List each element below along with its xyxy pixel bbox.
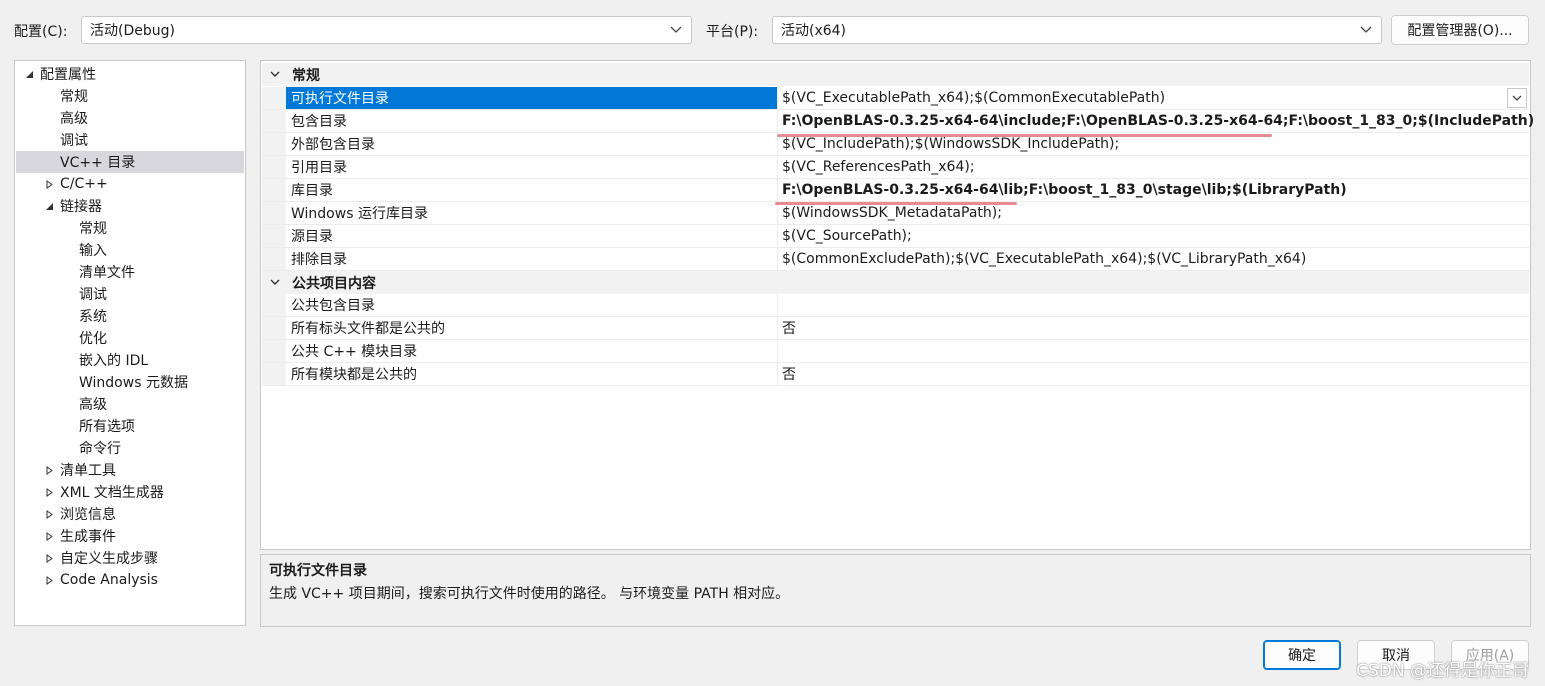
description-text: 生成 VC++ 项目期间，搜索可执行文件时使用的路径。 与环境变量 PATH 相… — [269, 586, 790, 602]
category-general[interactable]: 常规 — [262, 63, 1529, 86]
property-value[interactable] — [779, 340, 1529, 362]
expanded-arrow-icon[interactable] — [42, 199, 56, 213]
config-combobox[interactable]: 活动(Debug) — [81, 16, 692, 44]
property-value[interactable]: $(VC_SourcePath); — [779, 225, 1529, 247]
platform-combobox[interactable]: 活动(x64) — [772, 16, 1382, 44]
property-name: 所有模块都是公共的 — [262, 363, 778, 385]
tree-item-advanced[interactable]: 高级 — [16, 107, 244, 129]
property-name: 库目录 — [262, 179, 778, 201]
collapsed-arrow-icon[interactable] — [42, 529, 56, 543]
tree-item-linker-optimization[interactable]: 优化 — [16, 327, 244, 349]
property-value[interactable] — [779, 294, 1529, 316]
property-name: 包含目录 — [262, 110, 778, 132]
description-pane: 可执行文件目录 生成 VC++ 项目期间，搜索可执行文件时使用的路径。 与环境变… — [260, 554, 1531, 627]
collapsed-arrow-icon[interactable] — [42, 485, 56, 499]
property-value[interactable]: 否 — [779, 363, 1529, 385]
property-row-winrt-dirs[interactable]: Windows 运行库目录 $(WindowsSDK_MetadataPath)… — [262, 202, 1529, 225]
tree-item-code-analysis[interactable]: Code Analysis — [16, 569, 244, 591]
property-row-reference-dirs[interactable]: 引用目录 $(VC_ReferencesPath_x64); — [262, 156, 1529, 179]
dropdown-button[interactable] — [1507, 88, 1527, 108]
tree-item-linker-input[interactable]: 输入 — [16, 239, 244, 261]
property-name: Windows 运行库目录 — [262, 202, 778, 224]
tree-item-cpp[interactable]: C/C++ — [16, 173, 244, 195]
collapsed-arrow-icon[interactable] — [42, 463, 56, 477]
chevron-down-icon[interactable] — [268, 68, 282, 82]
property-name: 源目录 — [262, 225, 778, 247]
config-value: 活动(Debug) — [90, 23, 175, 39]
chevron-down-icon[interactable] — [268, 276, 282, 290]
property-name: 可执行文件目录 — [262, 87, 778, 109]
tree-item-root[interactable]: 配置属性 — [16, 63, 244, 85]
expanded-arrow-icon[interactable] — [22, 67, 36, 81]
tree-item-linker-debugging[interactable]: 调试 — [16, 283, 244, 305]
property-name: 引用目录 — [262, 156, 778, 178]
tree-item-custom-build-step[interactable]: 自定义生成步骤 — [16, 547, 244, 569]
property-row-include-dirs[interactable]: 包含目录 F:\OpenBLAS-0.3.25-x64-64\include;F… — [262, 110, 1534, 133]
tree-item-linker-system[interactable]: 系统 — [16, 305, 244, 327]
collapsed-arrow-icon[interactable] — [42, 177, 56, 191]
property-tree: 配置属性 常规 高级 调试 VC++ 目录 C/C++ 链接器 常规 输入 清单… — [14, 60, 246, 626]
property-value[interactable]: $(WindowsSDK_MetadataPath); — [779, 202, 1529, 224]
property-value[interactable]: 否 — [779, 317, 1529, 339]
property-row-source-dirs[interactable]: 源目录 $(VC_SourcePath); — [262, 225, 1529, 248]
tree-item-linker-all-options[interactable]: 所有选项 — [16, 415, 244, 437]
tree-item-linker-command-line[interactable]: 命令行 — [16, 437, 244, 459]
category-public-project-content[interactable]: 公共项目内容 — [262, 271, 1529, 294]
property-row-library-dirs[interactable]: 库目录 F:\OpenBLAS-0.3.25-x64-64\lib;F:\boo… — [262, 179, 1529, 202]
property-name: 所有标头文件都是公共的 — [262, 317, 778, 339]
collapsed-arrow-icon[interactable] — [42, 573, 56, 587]
tree-item-linker-embedded-idl[interactable]: 嵌入的 IDL — [16, 349, 244, 371]
config-manager-button[interactable]: 配置管理器(O)... — [1391, 15, 1529, 45]
tree-item-manifest-tool[interactable]: 清单工具 — [16, 459, 244, 481]
property-row-public-include-dirs[interactable]: 公共包含目录 — [262, 294, 1529, 317]
property-row-public-module-dirs[interactable]: 公共 C++ 模块目录 — [262, 340, 1529, 363]
property-name: 外部包含目录 — [262, 133, 778, 155]
property-row-all-headers-public[interactable]: 所有标头文件都是公共的 否 — [262, 317, 1529, 340]
property-value[interactable]: $(VC_ReferencesPath_x64); — [779, 156, 1529, 178]
description-title: 可执行文件目录 — [269, 563, 367, 579]
chevron-down-icon — [1359, 23, 1373, 37]
tree-item-browse-information[interactable]: 浏览信息 — [16, 503, 244, 525]
tree-item-linker-manifest[interactable]: 清单文件 — [16, 261, 244, 283]
property-grid: 常规 可执行文件目录 $(VC_ExecutablePath_x64);$(Co… — [260, 60, 1534, 550]
tree-item-linker-general[interactable]: 常规 — [16, 217, 244, 239]
tree-item-xml-doc-generator[interactable]: XML 文档生成器 — [16, 481, 244, 503]
property-row-exclude-dirs[interactable]: 排除目录 $(CommonExcludePath);$(VC_Executabl… — [262, 248, 1529, 271]
tree-item-linker-advanced[interactable]: 高级 — [16, 393, 244, 415]
property-value[interactable]: $(CommonExcludePath);$(VC_ExecutablePath… — [779, 248, 1529, 270]
ok-button[interactable]: 确定 — [1263, 640, 1341, 670]
property-value[interactable]: F:\OpenBLAS-0.3.25-x64-64\include;F:\Ope… — [779, 110, 1534, 132]
tree-item-debugging[interactable]: 调试 — [16, 129, 244, 151]
collapsed-arrow-icon[interactable] — [42, 507, 56, 521]
property-row-executable-dirs[interactable]: 可执行文件目录 $(VC_ExecutablePath_x64);$(Commo… — [262, 87, 1529, 110]
tree-item-general[interactable]: 常规 — [16, 85, 244, 107]
tree-item-linker[interactable]: 链接器 — [16, 195, 244, 217]
property-row-all-modules-public[interactable]: 所有模块都是公共的 否 — [262, 363, 1529, 386]
watermark: CSDN @还得是你正哥 — [1356, 661, 1529, 681]
property-value[interactable]: $(VC_ExecutablePath_x64);$(CommonExecuta… — [779, 87, 1529, 109]
platform-value: 活动(x64) — [781, 23, 847, 39]
tree-item-vc-directories[interactable]: VC++ 目录 — [16, 151, 244, 173]
annotation-underline — [777, 134, 1272, 137]
config-label: 配置(C): — [14, 24, 68, 40]
tree-item-linker-windows-metadata[interactable]: Windows 元数据 — [16, 371, 244, 393]
tree-item-build-events[interactable]: 生成事件 — [16, 525, 244, 547]
chevron-down-icon — [669, 23, 683, 37]
collapsed-arrow-icon[interactable] — [42, 551, 56, 565]
property-name: 公共 C++ 模块目录 — [262, 340, 778, 362]
property-name: 排除目录 — [262, 248, 778, 270]
annotation-underline — [775, 202, 1017, 205]
property-name: 公共包含目录 — [262, 294, 778, 316]
property-value[interactable]: F:\OpenBLAS-0.3.25-x64-64\lib;F:\boost_1… — [779, 179, 1529, 201]
platform-label: 平台(P): — [706, 24, 759, 40]
chevron-down-icon — [1512, 95, 1522, 101]
